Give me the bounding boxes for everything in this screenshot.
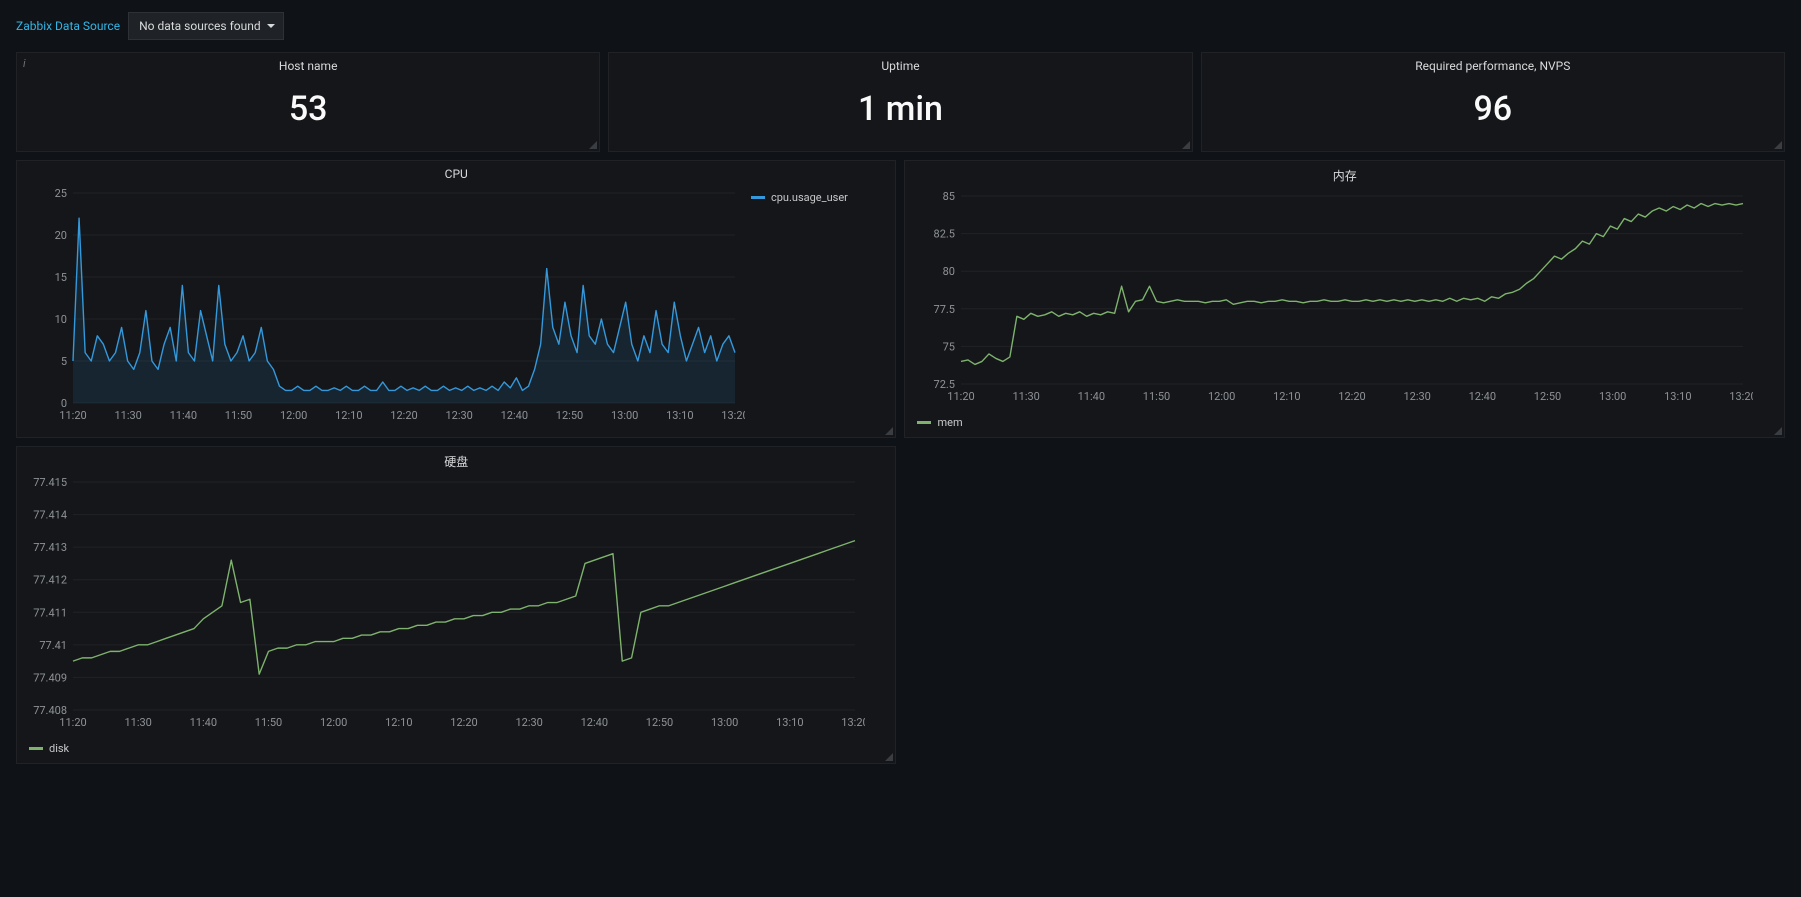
svg-text:13:00: 13:00: [1599, 390, 1626, 403]
svg-text:11:40: 11:40: [1078, 390, 1105, 403]
svg-text:13:20: 13:20: [1730, 390, 1754, 403]
svg-text:11:20: 11:20: [59, 409, 86, 422]
legend-label: mem: [937, 416, 962, 429]
legend-item[interactable]: mem: [917, 416, 962, 429]
svg-text:13:00: 13:00: [711, 716, 738, 729]
panel-title: Required performance, NVPS: [1202, 53, 1784, 75]
svg-text:11:50: 11:50: [225, 409, 252, 422]
svg-text:11:40: 11:40: [170, 409, 197, 422]
svg-text:77.5: 77.5: [934, 303, 955, 316]
cpu-chart: 051015202511:2011:3011:4011:5012:0012:10…: [25, 187, 745, 425]
svg-text:12:10: 12:10: [1274, 390, 1301, 403]
resize-handle[interactable]: [885, 753, 893, 761]
resize-handle[interactable]: [1182, 141, 1190, 149]
cpu-legend: cpu.usage_user: [745, 187, 854, 425]
svg-text:12:00: 12:00: [320, 716, 347, 729]
resize-handle[interactable]: [589, 141, 597, 149]
legend-label: cpu.usage_user: [771, 191, 848, 204]
datasource-variable-label: Zabbix Data Source: [16, 19, 120, 33]
panel-title: Host name: [17, 53, 599, 75]
svg-text:13:00: 13:00: [611, 409, 638, 422]
svg-text:77.412: 77.412: [33, 574, 67, 587]
panel-title: 内存: [905, 161, 1784, 186]
panel-title: CPU: [17, 161, 895, 183]
datasource-variable-select[interactable]: No data sources found: [128, 12, 284, 40]
svg-text:11:20: 11:20: [59, 716, 86, 729]
dashboard-grid: i Host name 53 Uptime 1 min Required per…: [0, 52, 1801, 780]
svg-text:75: 75: [943, 340, 955, 353]
svg-text:77.409: 77.409: [33, 671, 67, 684]
svg-text:10: 10: [55, 313, 67, 326]
panel-uptime[interactable]: Uptime 1 min: [608, 52, 1192, 152]
svg-text:20: 20: [55, 229, 67, 242]
legend-label: disk: [49, 742, 69, 755]
legend-item[interactable]: cpu.usage_user: [751, 191, 848, 204]
stat-value: 53: [17, 75, 599, 151]
svg-text:11:40: 11:40: [190, 716, 217, 729]
disk-legend: disk: [17, 740, 895, 763]
svg-text:11:30: 11:30: [124, 716, 151, 729]
svg-text:12:20: 12:20: [450, 716, 477, 729]
panel-disk[interactable]: 硬盘 77.40877.40977.4177.41177.41277.41377…: [16, 446, 896, 764]
datasource-variable-value: No data sources found: [139, 19, 261, 33]
svg-text:12:10: 12:10: [385, 716, 412, 729]
legend-swatch: [917, 421, 931, 424]
svg-text:12:00: 12:00: [1208, 390, 1235, 403]
panel-title: 硬盘: [17, 447, 895, 472]
svg-text:12:40: 12:40: [501, 409, 528, 422]
svg-text:80: 80: [943, 265, 955, 278]
svg-text:11:30: 11:30: [114, 409, 141, 422]
stat-value: 96: [1202, 75, 1784, 151]
svg-text:12:20: 12:20: [390, 409, 417, 422]
svg-text:13:20: 13:20: [841, 716, 865, 729]
svg-text:85: 85: [943, 190, 955, 203]
svg-text:13:20: 13:20: [721, 409, 745, 422]
svg-text:12:20: 12:20: [1339, 390, 1366, 403]
svg-text:77.411: 77.411: [33, 606, 67, 619]
svg-text:12:10: 12:10: [335, 409, 362, 422]
mem-legend: mem: [905, 414, 1784, 437]
resize-handle[interactable]: [885, 427, 893, 435]
svg-text:12:00: 12:00: [280, 409, 307, 422]
panel-hostname[interactable]: i Host name 53: [16, 52, 600, 152]
svg-text:11:30: 11:30: [1013, 390, 1040, 403]
legend-swatch: [751, 196, 765, 199]
svg-text:11:20: 11:20: [948, 390, 975, 403]
svg-text:77.415: 77.415: [33, 476, 67, 489]
resize-handle[interactable]: [1774, 141, 1782, 149]
svg-text:12:30: 12:30: [515, 716, 542, 729]
svg-text:77.41: 77.41: [39, 639, 67, 652]
svg-text:82.5: 82.5: [934, 228, 955, 241]
legend-item[interactable]: disk: [29, 742, 69, 755]
svg-text:25: 25: [55, 187, 67, 200]
svg-text:12:30: 12:30: [1404, 390, 1431, 403]
svg-text:13:10: 13:10: [776, 716, 803, 729]
svg-text:5: 5: [61, 355, 67, 368]
panel-mem[interactable]: 内存 72.57577.58082.58511:2011:3011:4011:5…: [904, 160, 1785, 438]
panel-nvps[interactable]: Required performance, NVPS 96: [1201, 52, 1785, 152]
svg-text:12:50: 12:50: [1534, 390, 1561, 403]
svg-text:12:50: 12:50: [646, 716, 673, 729]
svg-text:77.414: 77.414: [33, 509, 67, 522]
svg-text:12:50: 12:50: [556, 409, 583, 422]
panel-cpu[interactable]: CPU 051015202511:2011:3011:4011:5012:001…: [16, 160, 896, 438]
svg-text:13:10: 13:10: [1665, 390, 1692, 403]
svg-text:12:40: 12:40: [581, 716, 608, 729]
svg-text:15: 15: [55, 271, 67, 284]
panel-title: Uptime: [609, 53, 1191, 75]
svg-text:11:50: 11:50: [255, 716, 282, 729]
svg-text:11:50: 11:50: [1143, 390, 1170, 403]
disk-chart: 77.40877.40977.4177.41177.41277.41377.41…: [25, 476, 865, 732]
svg-text:13:10: 13:10: [666, 409, 693, 422]
stat-value: 1 min: [609, 75, 1191, 151]
info-icon[interactable]: i: [23, 57, 26, 70]
svg-text:12:30: 12:30: [445, 409, 472, 422]
svg-text:77.413: 77.413: [33, 541, 67, 554]
variables-toolbar: Zabbix Data Source No data sources found: [0, 0, 1801, 52]
resize-handle[interactable]: [1774, 427, 1782, 435]
legend-swatch: [29, 747, 43, 750]
mem-chart: 72.57577.58082.58511:2011:3011:4011:5012…: [913, 190, 1753, 406]
svg-text:12:40: 12:40: [1469, 390, 1496, 403]
